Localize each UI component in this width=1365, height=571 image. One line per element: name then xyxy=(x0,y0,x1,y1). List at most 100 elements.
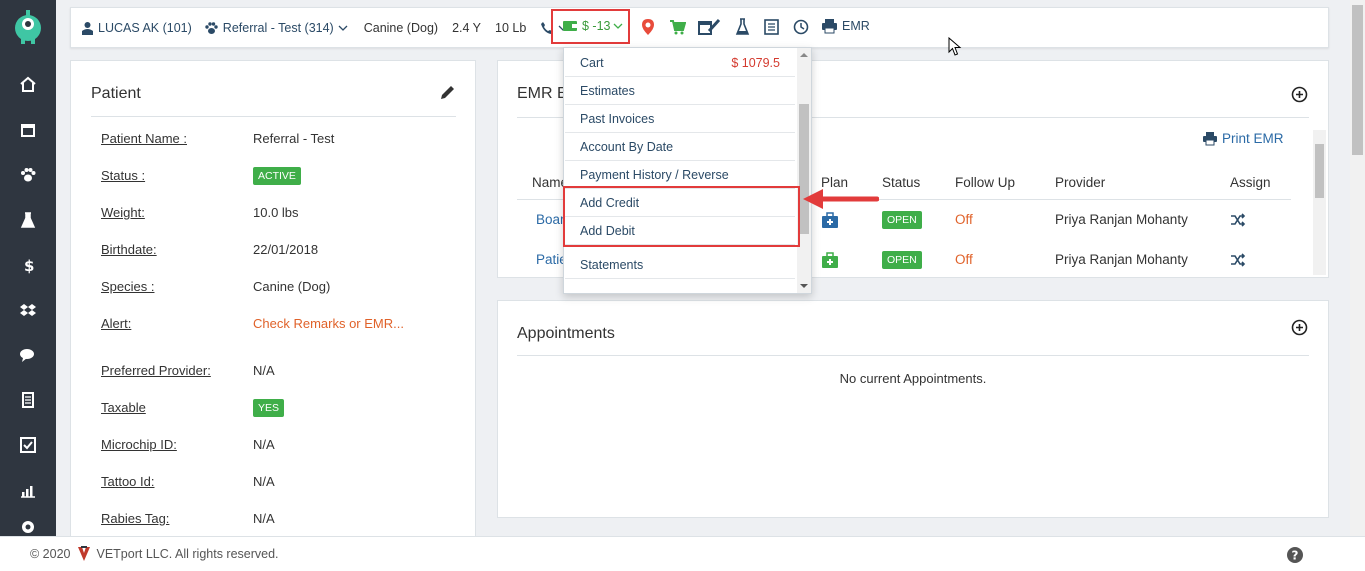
edit-pencil-icon[interactable] xyxy=(438,84,456,105)
print-emr-button[interactable]: EMR xyxy=(821,18,870,34)
value-tattoo: N/A xyxy=(253,474,275,489)
credit-debit-highlight-box xyxy=(563,186,800,247)
print-emr-label: Print EMR xyxy=(1222,131,1284,146)
medical-kit-icon[interactable] xyxy=(821,252,839,272)
menu-item-account-by-date[interactable]: Account By Date xyxy=(565,133,795,161)
account-dropdown-menu: Cart $ 1079.5 Estimates Past Invoices Acc… xyxy=(563,47,812,294)
balance-amount: $ -13 xyxy=(582,19,611,33)
add-appointment-plus-icon[interactable] xyxy=(1291,319,1308,339)
sidebar: $ xyxy=(0,0,56,571)
settings-gear-icon[interactable] xyxy=(0,517,56,536)
dropdown-scrollbar-thumb[interactable] xyxy=(799,104,809,234)
follow-up-value: Off xyxy=(955,212,973,227)
lab-flask-icon[interactable] xyxy=(0,202,56,238)
chart-icon[interactable] xyxy=(0,472,56,508)
print-emr-link[interactable]: Print EMR xyxy=(1202,131,1284,146)
lab-flask-icon[interactable] xyxy=(735,18,750,38)
copyright-text: © 2020 xyxy=(30,547,71,561)
paw-icon[interactable] xyxy=(0,157,56,193)
follow-up-value: Off xyxy=(955,252,973,267)
menu-item-payment-history[interactable]: Payment History / Reverse xyxy=(565,161,795,189)
page-scrollbar-thumb[interactable] xyxy=(1352,5,1363,155)
th-provider: Provider xyxy=(1055,175,1106,190)
menu-item-label: Cart xyxy=(580,55,604,70)
location-pin-icon[interactable] xyxy=(641,18,655,39)
no-appointments-text: No current Appointments. xyxy=(839,371,987,386)
value-species: Canine (Dog) xyxy=(253,279,331,294)
label-status: Status : xyxy=(101,168,146,183)
appointments-card xyxy=(497,300,1329,518)
wallet-icon xyxy=(563,21,577,31)
owner-name: LUCAS AK (101) xyxy=(98,20,192,35)
cart-icon[interactable] xyxy=(669,19,687,38)
calendar-icon[interactable] xyxy=(0,112,56,148)
emr-card-title: EMR E xyxy=(517,85,568,102)
dollar-icon[interactable]: $ xyxy=(0,247,56,283)
label-birthdate: Birthdate: xyxy=(101,242,157,257)
menu-item-estimates[interactable]: Estimates xyxy=(565,77,795,105)
label-tattoo: Tattoo Id: xyxy=(101,474,155,489)
label-rabies-tag: Rabies Tag: xyxy=(101,511,170,526)
shuffle-assign-icon[interactable] xyxy=(1230,213,1246,230)
svg-text:?: ? xyxy=(1292,549,1299,563)
appointments-title: Appointments xyxy=(517,325,615,342)
scroll-down-icon[interactable] xyxy=(797,281,811,291)
patient-owner-link[interactable]: LUCAS AK (101) xyxy=(81,21,192,35)
menu-item-statements[interactable]: Statements xyxy=(565,251,795,279)
alarm-clock-icon[interactable] xyxy=(793,18,809,38)
checklist-icon[interactable] xyxy=(0,427,56,463)
annotation-arrow-icon xyxy=(801,188,880,213)
emr-scrollbar-thumb[interactable] xyxy=(1315,144,1324,198)
vetport-logo-icon[interactable] xyxy=(12,8,44,44)
help-question-icon[interactable]: ? xyxy=(1286,546,1304,564)
dropdown-scrollbar[interactable] xyxy=(797,48,811,293)
scroll-up-icon[interactable] xyxy=(797,50,811,60)
calendar-edit-icon[interactable] xyxy=(697,18,722,39)
account-balance-dropdown[interactable]: $ -13 xyxy=(562,19,623,33)
mouse-cursor-icon xyxy=(948,36,962,60)
value-weight: 10.0 lbs xyxy=(253,205,299,220)
vetport-logo-icon xyxy=(77,546,90,561)
chat-icon[interactable] xyxy=(0,337,56,373)
user-icon xyxy=(82,21,93,35)
shuffle-assign-icon[interactable] xyxy=(1230,253,1246,270)
species-text: Canine (Dog) xyxy=(363,20,439,35)
printer-icon xyxy=(1203,132,1217,146)
document-icon[interactable] xyxy=(0,382,56,418)
label-alert: Alert: xyxy=(101,316,132,331)
svg-text:$: $ xyxy=(24,257,34,274)
add-emr-plus-icon[interactable] xyxy=(1291,86,1308,106)
notes-icon[interactable] xyxy=(764,19,779,38)
th-status: Status xyxy=(882,175,921,190)
medical-kit-icon[interactable] xyxy=(821,212,839,232)
age-text: 2.4 Y xyxy=(452,20,482,35)
value-birthdate: 22/01/2018 xyxy=(253,242,319,257)
paw-icon xyxy=(205,21,218,34)
label-species: Species : xyxy=(101,279,155,294)
status-badge: OPEN xyxy=(882,211,922,229)
label-taxable: Taxable xyxy=(101,400,146,415)
menu-item-cart[interactable]: Cart $ 1079.5 xyxy=(565,49,795,77)
emr-label: EMR xyxy=(842,19,870,33)
company-text: VETport LLC. All rights reserved. xyxy=(96,547,279,561)
emr-row-1-name[interactable]: Boar xyxy=(536,212,565,227)
weight-text: 10 Lb xyxy=(495,20,527,35)
value-alert-link[interactable]: Check Remarks or EMR... xyxy=(253,316,404,331)
label-preferred-provider: Preferred Provider: xyxy=(101,363,211,378)
value-patient-name: Referral - Test xyxy=(253,131,335,146)
cart-amount: $ 1079.5 xyxy=(731,55,780,70)
emr-scrollbar[interactable] xyxy=(1313,130,1326,275)
th-follow-up: Follow Up xyxy=(955,175,1016,190)
th-assign: Assign xyxy=(1230,175,1271,190)
page-scrollbar[interactable] xyxy=(1350,0,1365,536)
dropbox-icon[interactable] xyxy=(0,292,56,328)
chevron-down-icon xyxy=(613,23,622,29)
appointments-divider xyxy=(517,355,1309,356)
menu-item-past-invoices[interactable]: Past Invoices xyxy=(565,105,795,133)
footer: © 2020 VETport LLC. All rights reserved.… xyxy=(0,536,1365,571)
home-icon[interactable] xyxy=(0,66,56,102)
taxable-badge: YES xyxy=(253,399,285,417)
referral-name: Referral - Test (314) xyxy=(222,20,334,35)
referral-dropdown[interactable]: Referral - Test (314) xyxy=(204,21,352,35)
value-preferred-provider: N/A xyxy=(253,363,275,378)
